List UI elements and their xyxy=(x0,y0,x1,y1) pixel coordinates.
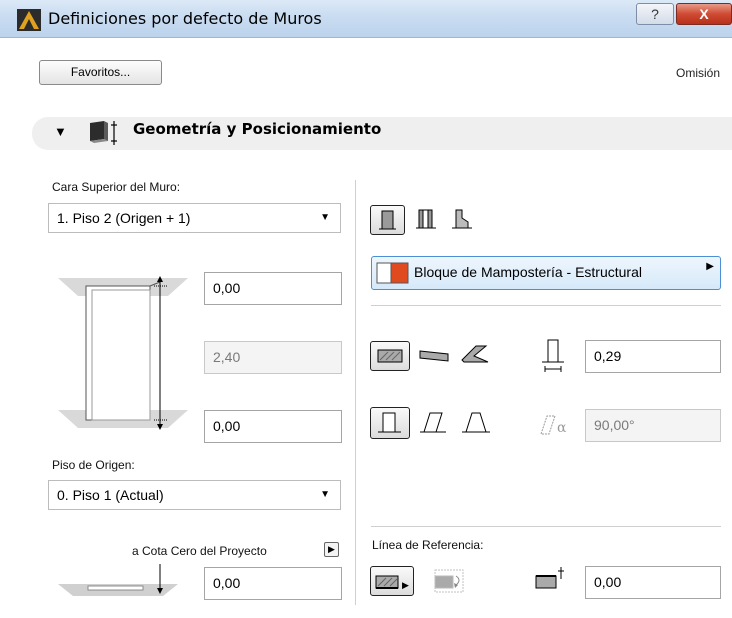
section-title: Geometría y Posicionamiento xyxy=(133,120,382,138)
window-title: Definiciones por defecto de Muros xyxy=(48,9,322,28)
polygonal-wall-icon[interactable] xyxy=(458,340,492,370)
home-story-value: 0. Piso 1 (Actual) xyxy=(57,487,164,503)
slanted-wall-icon[interactable] xyxy=(416,408,452,438)
project-zero-label: a Cota Cero del Proyecto xyxy=(132,544,267,558)
wall-height-diagram xyxy=(58,276,188,430)
separator xyxy=(371,526,721,527)
help-button[interactable]: ? xyxy=(636,3,674,25)
chevron-down-icon: ▼ xyxy=(320,489,330,500)
column-divider xyxy=(355,180,356,605)
wall-thickness-field[interactable]: 0,29 xyxy=(585,340,721,373)
bottom-offset-field[interactable]: 0,00 xyxy=(204,410,342,443)
archicad-app-icon xyxy=(17,9,41,31)
slant-angle-field[interactable]: 90,00° xyxy=(585,409,721,442)
home-story-dropdown[interactable]: 0. Piso 1 (Actual) ▼ xyxy=(48,480,341,510)
composite-wall-icon[interactable] xyxy=(412,206,440,234)
favorites-button[interactable]: Favoritos... xyxy=(39,60,162,85)
profiled-wall-icon[interactable] xyxy=(448,206,476,234)
material-button[interactable]: Bloque de Mampostería - Estructural ▶ xyxy=(371,256,721,290)
default-label: Omisión xyxy=(676,66,721,80)
svg-text:▶: ▶ xyxy=(402,580,409,590)
reference-offset-icon xyxy=(535,567,564,589)
trapezoid-wall-icon[interactable] xyxy=(416,342,452,370)
chevron-down-icon: ▼ xyxy=(320,212,330,223)
reference-line-location-icon: ▶ xyxy=(375,575,409,590)
separator xyxy=(371,305,721,306)
collapse-triangle-icon[interactable]: ▼ xyxy=(54,124,67,139)
flip-reference-icon[interactable] xyxy=(432,566,468,596)
reference-line-label: Línea de Referencia: xyxy=(372,538,484,552)
play-arrow-icon[interactable]: ▶ xyxy=(324,542,339,557)
material-swatch-icon xyxy=(376,262,409,284)
material-label: Bloque de Mampostería - Estructural xyxy=(414,264,642,280)
wall-thickness-icon xyxy=(542,339,564,372)
reference-offset-field[interactable]: 0,00 xyxy=(585,566,721,599)
basic-wall-icon xyxy=(379,210,396,230)
project-zero-diagram xyxy=(58,564,178,596)
wall-geometry-icon xyxy=(90,121,117,145)
home-story-label: Piso de Origen: xyxy=(52,458,135,472)
wall-structure-basic-button[interactable] xyxy=(370,205,405,235)
close-button[interactable]: X xyxy=(676,3,732,25)
top-of-wall-label: Cara Superior del Muro: xyxy=(52,180,181,194)
top-of-wall-dropdown[interactable]: 1. Piso 2 (Origen + 1) ▼ xyxy=(48,203,341,233)
top-offset-field[interactable]: 0,00 xyxy=(204,272,342,305)
reference-line-location-button[interactable]: ▶ xyxy=(370,566,414,596)
svg-text:α: α xyxy=(557,420,567,436)
straight-wall-icon xyxy=(377,349,403,363)
vertical-wall-icon xyxy=(378,412,401,433)
submenu-arrow-icon: ▶ xyxy=(706,261,714,272)
vertical-wall-button[interactable] xyxy=(370,407,410,439)
double-slanted-wall-icon[interactable] xyxy=(458,408,494,438)
straight-wall-button[interactable] xyxy=(370,341,410,371)
wall-height-field[interactable]: 2,40 xyxy=(204,341,342,374)
project-zero-field[interactable]: 0,00 xyxy=(204,567,342,600)
slant-angle-icon: α xyxy=(540,415,567,436)
top-of-wall-value: 1. Piso 2 (Origen + 1) xyxy=(57,210,191,226)
